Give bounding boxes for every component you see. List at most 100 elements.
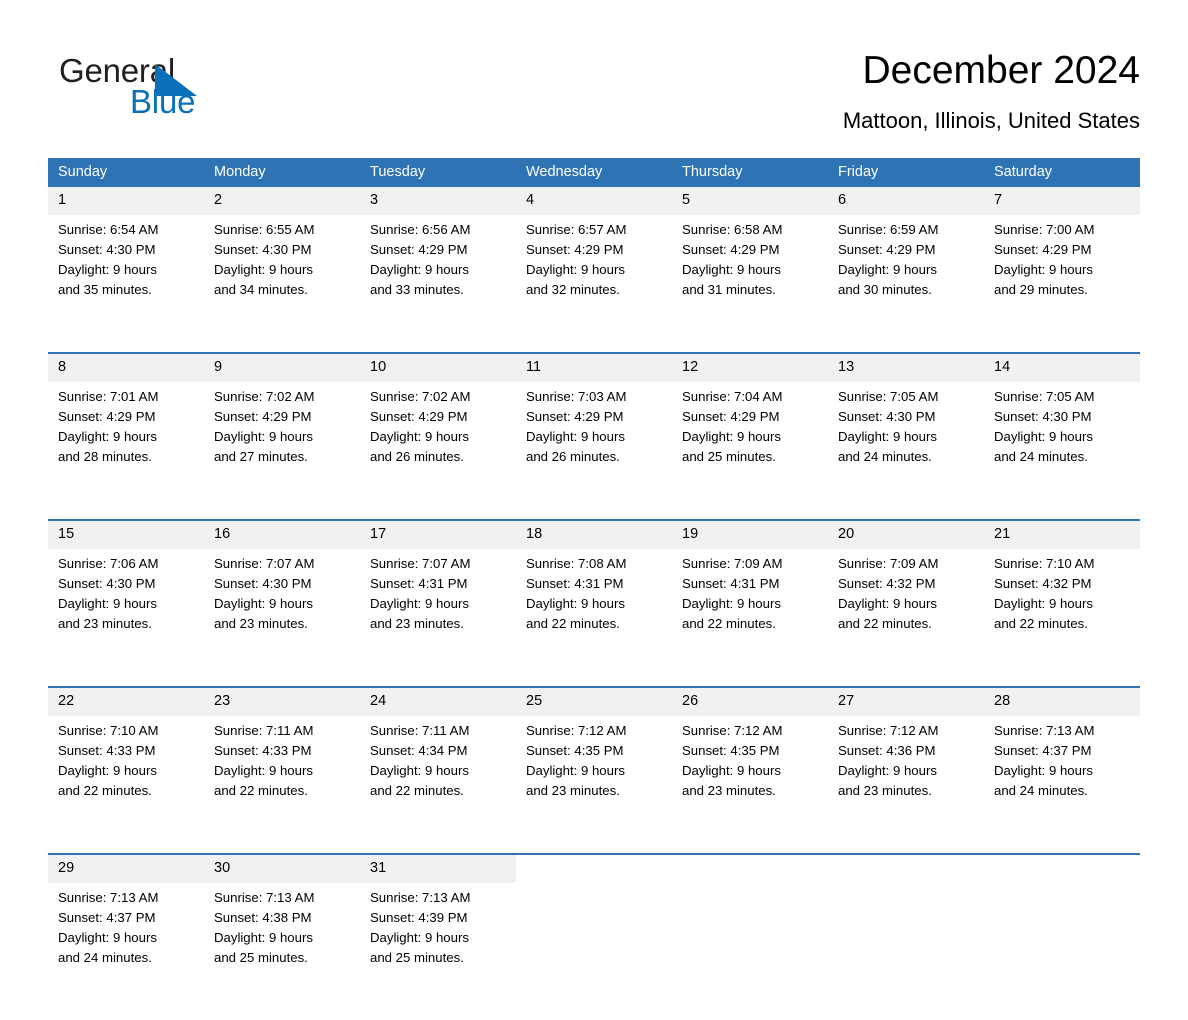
sunset-time: Sunset: 4:29 PM [994, 242, 1092, 257]
daylight-duration-line2: and 33 minutes. [370, 282, 464, 297]
sunrise-time: Sunrise: 6:59 AM [838, 222, 939, 237]
day-number[interactable]: 31 [360, 853, 516, 883]
day-details: Sunrise: 7:13 AM Sunset: 4:39 PM Daylight:… [360, 883, 516, 1020]
sunset-time: Sunset: 4:33 PM [58, 743, 156, 758]
day-number[interactable]: 9 [204, 352, 360, 382]
day-number[interactable]: 13 [828, 352, 984, 382]
day-number-empty [516, 853, 672, 883]
day-number[interactable]: 21 [984, 519, 1140, 549]
day-number[interactable]: 24 [360, 686, 516, 716]
day-number[interactable]: 20 [828, 519, 984, 549]
day-number[interactable]: 27 [828, 686, 984, 716]
sunrise-time: Sunrise: 7:11 AM [214, 723, 314, 738]
day-number[interactable]: 23 [204, 686, 360, 716]
sunrise-time: Sunrise: 7:06 AM [58, 556, 159, 571]
sunset-time: Sunset: 4:30 PM [214, 576, 312, 591]
day-number[interactable]: 19 [672, 519, 828, 549]
day-details: Sunrise: 6:56 AM Sunset: 4:29 PM Daylight:… [360, 215, 516, 353]
daylight-duration-line2: and 26 minutes. [526, 449, 620, 464]
sunset-time: Sunset: 4:30 PM [994, 409, 1092, 424]
daylight-duration-line2: and 23 minutes. [682, 783, 776, 798]
day-number[interactable]: 8 [48, 352, 204, 382]
day-details: Sunrise: 7:13 AM Sunset: 4:38 PM Daylight:… [204, 883, 360, 1020]
sunset-time: Sunset: 4:32 PM [994, 576, 1092, 591]
day-number[interactable]: 17 [360, 519, 516, 549]
title-block: December 2024 Mattoon, Illinois, United … [843, 48, 1140, 134]
daylight-duration-line1: Daylight: 9 hours [526, 763, 625, 778]
sunset-time: Sunset: 4:32 PM [838, 576, 936, 591]
sunset-time: Sunset: 4:37 PM [58, 910, 156, 925]
day-number[interactable]: 11 [516, 352, 672, 382]
page-header: General Blue December 2024 Mattoon, Illi… [0, 0, 1188, 133]
daylight-duration-line1: Daylight: 9 hours [370, 763, 469, 778]
day-number[interactable]: 1 [48, 187, 204, 215]
day-details: Sunrise: 7:09 AM Sunset: 4:32 PM Daylight:… [828, 549, 984, 687]
week-daynumber-row: 22 23 24 25 26 27 28 [48, 686, 1140, 716]
week-daynumber-row: 29 30 31 [48, 853, 1140, 883]
sunrise-time: Sunrise: 6:55 AM [214, 222, 315, 237]
week-daynumber-row: 15 16 17 18 19 20 21 [48, 519, 1140, 549]
daylight-duration-line2: and 25 minutes. [682, 449, 776, 464]
day-details: Sunrise: 6:55 AM Sunset: 4:30 PM Daylight:… [204, 215, 360, 353]
sunrise-time: Sunrise: 6:58 AM [682, 222, 783, 237]
day-number[interactable]: 26 [672, 686, 828, 716]
day-number[interactable]: 10 [360, 352, 516, 382]
daylight-duration-line1: Daylight: 9 hours [526, 596, 625, 611]
daylight-duration-line1: Daylight: 9 hours [994, 596, 1093, 611]
daylight-duration-line2: and 22 minutes. [58, 783, 152, 798]
day-details: Sunrise: 7:12 AM Sunset: 4:35 PM Daylight:… [672, 716, 828, 854]
daylight-duration-line2: and 24 minutes. [58, 950, 152, 965]
daylight-duration-line2: and 29 minutes. [994, 282, 1088, 297]
daylight-duration-line2: and 23 minutes. [838, 783, 932, 798]
daylight-duration-line2: and 23 minutes. [370, 616, 464, 631]
sunrise-time: Sunrise: 7:10 AM [58, 723, 159, 738]
day-number[interactable]: 3 [360, 187, 516, 215]
daylight-duration-line1: Daylight: 9 hours [214, 596, 313, 611]
day-number[interactable]: 25 [516, 686, 672, 716]
week-detail-row: Sunrise: 7:10 AM Sunset: 4:33 PM Daylight:… [48, 716, 1140, 854]
day-number[interactable]: 18 [516, 519, 672, 549]
brand-logo[interactable]: General Blue [59, 52, 359, 122]
daylight-duration-line2: and 23 minutes. [58, 616, 152, 631]
sunset-time: Sunset: 4:29 PM [370, 409, 468, 424]
calendar-page: General Blue December 2024 Mattoon, Illi… [0, 0, 1188, 1020]
day-details-empty [516, 883, 672, 1020]
day-number[interactable]: 15 [48, 519, 204, 549]
day-number[interactable]: 28 [984, 686, 1140, 716]
day-details: Sunrise: 7:03 AM Sunset: 4:29 PM Daylight:… [516, 382, 672, 520]
sunset-time: Sunset: 4:29 PM [526, 242, 624, 257]
day-number[interactable]: 16 [204, 519, 360, 549]
daylight-duration-line1: Daylight: 9 hours [526, 262, 625, 277]
daylight-duration-line1: Daylight: 9 hours [58, 763, 157, 778]
sunset-time: Sunset: 4:31 PM [682, 576, 780, 591]
day-number[interactable]: 5 [672, 187, 828, 215]
day-number[interactable]: 29 [48, 853, 204, 883]
daylight-duration-line2: and 32 minutes. [526, 282, 620, 297]
daylight-duration-line1: Daylight: 9 hours [370, 930, 469, 945]
week-daynumber-row: 1234567 [48, 187, 1140, 215]
day-number[interactable]: 2 [204, 187, 360, 215]
day-number[interactable]: 22 [48, 686, 204, 716]
daylight-duration-line2: and 24 minutes. [994, 783, 1088, 798]
daylight-duration-line1: Daylight: 9 hours [370, 596, 469, 611]
daylight-duration-line2: and 27 minutes. [214, 449, 308, 464]
day-number[interactable]: 6 [828, 187, 984, 215]
daylight-duration-line2: and 24 minutes. [994, 449, 1088, 464]
day-number[interactable]: 4 [516, 187, 672, 215]
daylight-duration-line1: Daylight: 9 hours [994, 262, 1093, 277]
calendar-table: Sunday Monday Tuesday Wednesday Thursday… [48, 158, 1140, 1020]
weekday-header-friday: Friday [828, 158, 984, 187]
day-number[interactable]: 14 [984, 352, 1140, 382]
day-details: Sunrise: 7:02 AM Sunset: 4:29 PM Daylight:… [204, 382, 360, 520]
daylight-duration-line1: Daylight: 9 hours [838, 763, 937, 778]
daylight-duration-line1: Daylight: 9 hours [682, 262, 781, 277]
sunrise-time: Sunrise: 7:00 AM [994, 222, 1095, 237]
day-number[interactable]: 12 [672, 352, 828, 382]
daylight-duration-line1: Daylight: 9 hours [838, 596, 937, 611]
day-details: Sunrise: 7:13 AM Sunset: 4:37 PM Daylight:… [984, 716, 1140, 854]
day-details: Sunrise: 7:01 AM Sunset: 4:29 PM Daylight:… [48, 382, 204, 520]
day-number[interactable]: 7 [984, 187, 1140, 215]
daylight-duration-line1: Daylight: 9 hours [370, 429, 469, 444]
day-number[interactable]: 30 [204, 853, 360, 883]
sunset-time: Sunset: 4:29 PM [682, 242, 780, 257]
